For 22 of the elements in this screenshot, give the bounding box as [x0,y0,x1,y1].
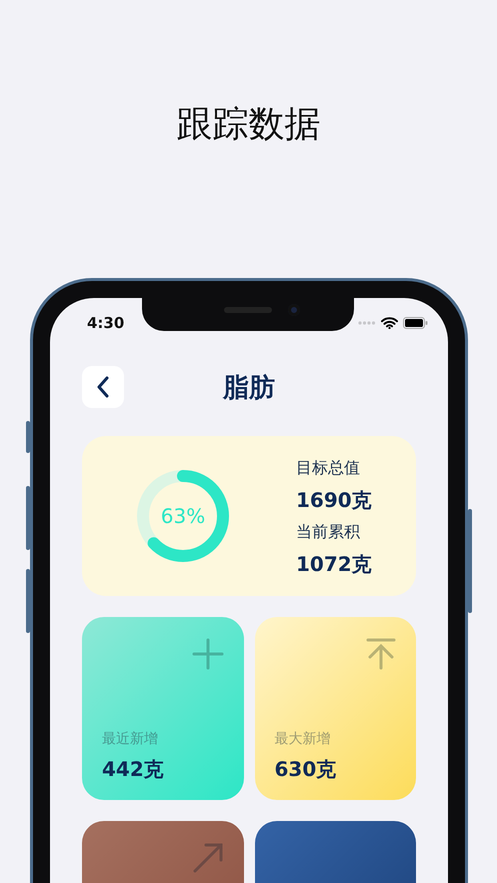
stat-value: 1072克 [296,551,372,578]
arrow-up-right-icon [192,842,224,874]
status-time: 4:30 [87,314,124,332]
tile-value: 442克 [102,756,165,783]
signal-icon [358,321,376,325]
arrow-to-top-icon [366,638,396,670]
stat-tile[interactable]: 最大新增 630克 [254,617,416,800]
battery-icon [403,317,428,329]
page-title: 脂肪 [222,372,276,404]
back-icon [96,376,110,398]
stat-value: 1690克 [296,487,372,514]
plus-icon [192,638,224,670]
stat-label: 目标总值 [296,457,360,479]
wifi-icon [381,317,398,329]
stat-label: 当前累积 [296,521,360,543]
tile-label: 最近新增 [102,730,159,749]
back-button[interactable] [82,366,124,408]
progress-percent: 63% [160,504,206,528]
headline: 跟踪数据 [176,103,322,147]
tile-value: 630克 [274,756,338,783]
stat-tile[interactable]: 最近新增 442克 [82,617,244,800]
tile-label: 最大新增 [274,730,332,749]
